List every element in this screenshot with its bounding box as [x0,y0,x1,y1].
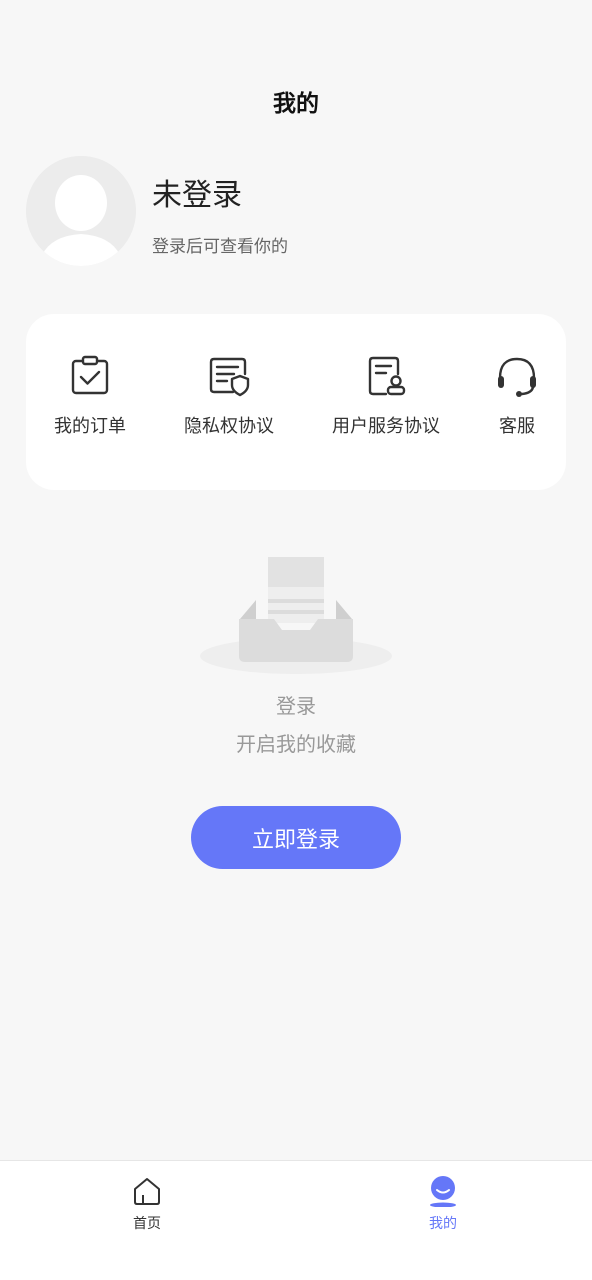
menu-item-label: 我的订单 [54,416,126,437]
menu-item-privacy[interactable]: 隐私权协议 [176,354,282,454]
home-icon [134,1178,160,1205]
tab-mine[interactable]: 我的 [393,1175,493,1233]
menu-item-label: 客服 [499,416,535,437]
menu-card: 我的订单 隐私权协议 用户服务协议 客服 [26,314,566,490]
profile-icon [430,1176,456,1207]
headset-icon [498,357,536,397]
menu-item-customer-service[interactable]: 客服 [486,354,548,454]
profile-section[interactable]: 未登录 登录后可查看你的 [26,156,566,268]
empty-state-title: 登录 [276,694,316,718]
tab-home[interactable]: 首页 [97,1175,197,1233]
menu-item-orders[interactable]: 我的订单 [48,354,132,454]
avatar[interactable] [26,156,136,266]
default-avatar-icon [26,156,136,266]
menu-item-label: 用户服务协议 [332,416,440,437]
tab-label: 我的 [429,1216,457,1232]
login-status[interactable]: 未登录 [152,170,242,214]
bottom-tab-bar: 首页 我的 [0,1160,592,1280]
menu-item-user-agreement[interactable]: 用户服务协议 [328,354,444,454]
tab-label: 首页 [133,1216,161,1232]
page-title: 我的 [273,91,319,117]
login-now-button[interactable]: 立即登录 [191,806,401,869]
menu-item-label: 隐私权协议 [184,416,274,437]
empty-inbox-illustration [200,557,392,674]
login-hint: 登录后可查看你的 [152,237,288,257]
order-check-icon [71,355,109,395]
empty-state-subtitle: 开启我的收藏 [236,732,356,756]
user-agreement-icon [368,356,406,396]
privacy-doc-icon [209,357,250,397]
